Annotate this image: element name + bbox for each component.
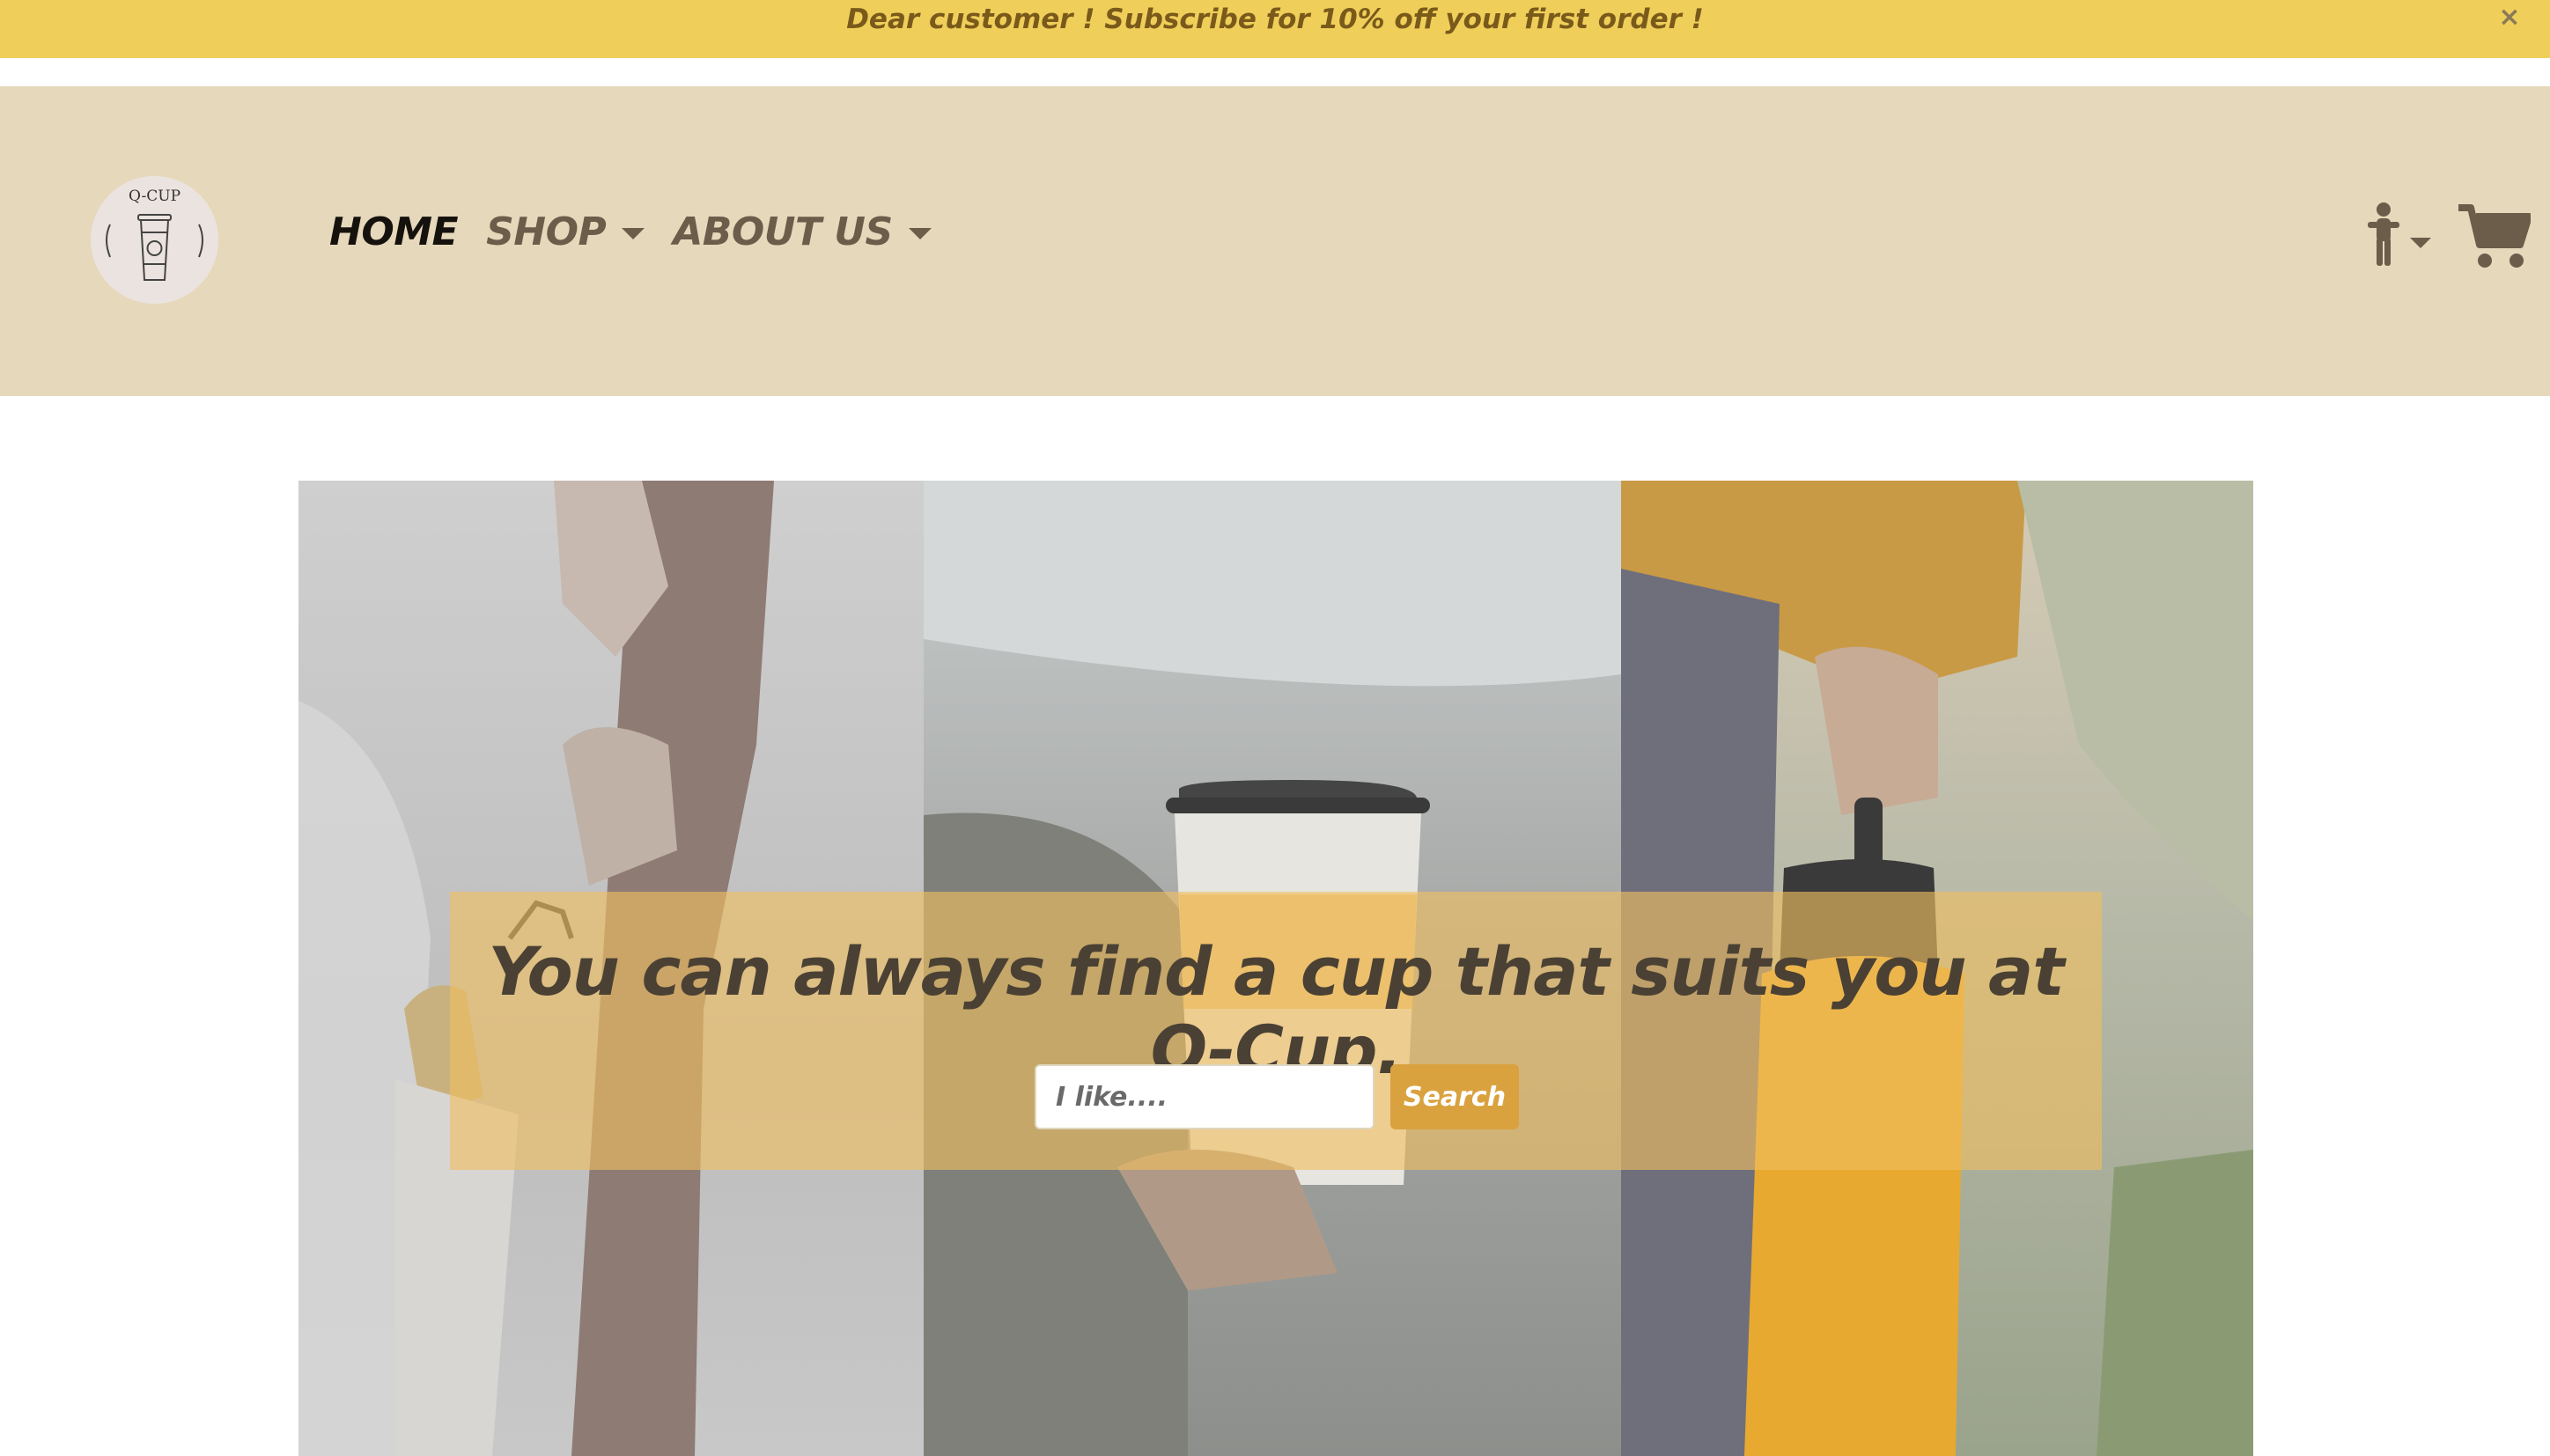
search-input[interactable] bbox=[1035, 1064, 1374, 1129]
nav-item-shop[interactable]: SHOP bbox=[486, 210, 645, 254]
cart-button[interactable] bbox=[2458, 202, 2532, 275]
logo[interactable]: Q-CUP bbox=[91, 176, 218, 304]
shopping-cart-icon bbox=[2458, 204, 2532, 268]
user-menu-button[interactable] bbox=[2362, 202, 2433, 276]
search-button[interactable]: Search bbox=[1390, 1064, 1519, 1129]
nav-item-home[interactable]: HOME bbox=[329, 210, 459, 254]
accessibility-person-icon bbox=[2368, 202, 2431, 266]
nav-label-about-us: ABOUT US bbox=[673, 210, 893, 254]
caret-down-icon bbox=[908, 228, 932, 239]
logo-text: Q-CUP bbox=[129, 188, 181, 205]
nav-label-shop: SHOP bbox=[486, 210, 607, 254]
announcement-text: Dear customer ! Subscribe for 10% off yo… bbox=[846, 4, 1704, 35]
nav-label-home: HOME bbox=[329, 210, 459, 254]
close-icon[interactable]: × bbox=[2494, 2, 2525, 33]
announcement-bar: Dear customer ! Subscribe for 10% off yo… bbox=[0, 0, 2550, 58]
site-header: Q-CUP HOME SHOP ABOUT US bbox=[0, 86, 2550, 396]
hero-overlay: You can always find a cup that suits you… bbox=[450, 892, 2102, 1170]
main-nav: HOME SHOP ABOUT US bbox=[329, 210, 960, 254]
caret-down-icon bbox=[622, 228, 645, 239]
coffee-cup-logo-icon: Q-CUP bbox=[91, 176, 218, 304]
nav-item-about-us[interactable]: ABOUT US bbox=[673, 210, 932, 254]
hero-banner: You can always find a cup that suits you… bbox=[298, 481, 2253, 1456]
